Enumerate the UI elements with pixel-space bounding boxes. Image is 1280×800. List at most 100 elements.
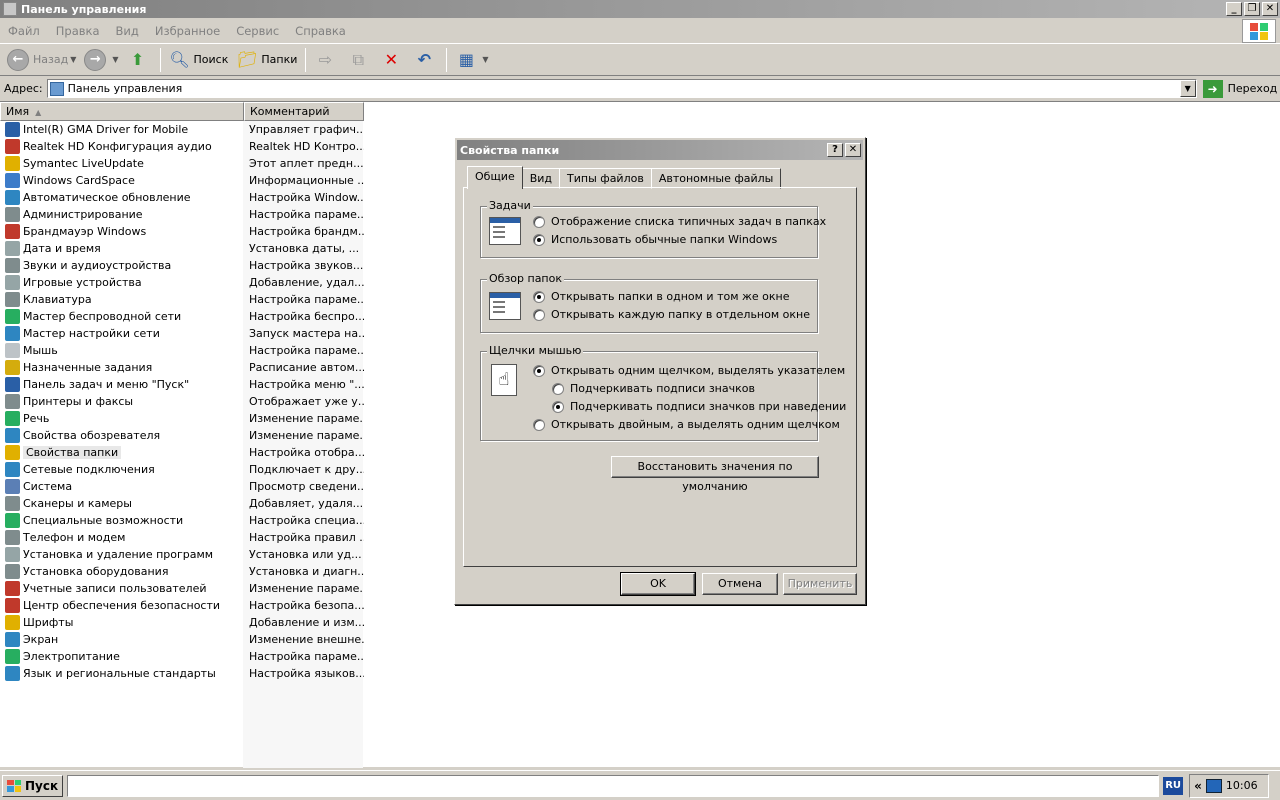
list-item[interactable]: Специальные возможности Настройка специа.…: [0, 512, 364, 529]
undo-icon: ↶: [417, 50, 432, 69]
list-item[interactable]: Мастер беспроводной сети Настройка беспро…: [0, 308, 364, 325]
minimize-button[interactable]: _: [1226, 2, 1242, 16]
underline-on-hover-radio[interactable]: Подчеркивать подписи значков при наведен…: [552, 400, 846, 413]
help-button[interactable]: ?: [827, 143, 843, 157]
hand-pointer-icon: ☝: [491, 364, 517, 396]
undo-button[interactable]: ↶: [410, 47, 441, 73]
list-item[interactable]: Телефон и модем Настройка правил ...: [0, 529, 364, 546]
list-item[interactable]: Дата и время Установка даты, ...: [0, 240, 364, 257]
dialog-close-button[interactable]: ✕: [845, 143, 861, 157]
radio-button[interactable]: [552, 400, 564, 413]
list-item[interactable]: Клавиатура Настройка параме...: [0, 291, 364, 308]
cancel-button[interactable]: Отмена: [702, 573, 778, 595]
list-item[interactable]: Свойства папки Настройка отобра...: [0, 444, 364, 461]
list-item[interactable]: Назначенные задания Расписание автом...: [0, 359, 364, 376]
chevron-down-icon[interactable]: ▼: [70, 55, 76, 64]
menu-edit[interactable]: Правка: [48, 24, 108, 38]
item-name-cell: Речь: [0, 411, 244, 426]
list-item[interactable]: Язык и региональные стандарты Настройка я…: [0, 665, 364, 682]
radio-button[interactable]: [533, 364, 545, 377]
search-button[interactable]: 🔍︎ Поиск: [166, 47, 232, 73]
address-dropdown-button[interactable]: ▼: [1179, 80, 1196, 97]
item-name-cell: Брандмауэр Windows: [0, 224, 244, 239]
menu-view[interactable]: Вид: [108, 24, 147, 38]
list-item[interactable]: Установка и удаление программ Установка и…: [0, 546, 364, 563]
radio-button[interactable]: [533, 290, 545, 303]
copy-to-button[interactable]: ⧉: [344, 47, 375, 73]
radio-button[interactable]: [533, 215, 545, 228]
radio-button[interactable]: [552, 382, 564, 395]
list-item[interactable]: Шрифты Добавление и изм...: [0, 614, 364, 631]
back-button[interactable]: ← Назад ▼: [4, 47, 79, 73]
start-button[interactable]: Пуск: [2, 774, 64, 797]
list-item[interactable]: Учетные записи пользователей Изменение па…: [0, 580, 364, 597]
folders-button[interactable]: 📁︎ Папки: [233, 47, 300, 73]
open-same-window-radio[interactable]: Открывать папки в одном и том же окне: [533, 290, 790, 303]
tasks-group: Задачи Отображение списка типичных задач…: [480, 199, 826, 258]
radio-button[interactable]: [533, 233, 545, 246]
list-item[interactable]: Автоматическое обновление Настройка Windo…: [0, 189, 364, 206]
list-item[interactable]: Администрирование Настройка параме...: [0, 206, 364, 223]
list-item[interactable]: Электропитание Настройка параме...: [0, 648, 364, 665]
chevron-down-icon[interactable]: ▼: [112, 55, 118, 64]
show-hidden-icons-button[interactable]: «: [1194, 779, 1202, 793]
radio-button[interactable]: [533, 308, 545, 321]
tray-app-icon[interactable]: [1205, 778, 1222, 793]
menu-help[interactable]: Справка: [287, 24, 354, 38]
apply-button[interactable]: Применить: [783, 573, 857, 595]
list-item[interactable]: Брандмауэр Windows Настройка брандм...: [0, 223, 364, 240]
column-header-comment[interactable]: Комментарий: [244, 102, 364, 121]
item-comment: Настройка параме...: [249, 650, 364, 663]
menu-favorites[interactable]: Избранное: [147, 24, 228, 38]
list-item[interactable]: Мышь Настройка параме...: [0, 342, 364, 359]
up-button[interactable]: ⬆: [124, 47, 155, 73]
tab-general[interactable]: Общие: [467, 166, 523, 189]
list-item[interactable]: Система Просмотр сведени...: [0, 478, 364, 495]
list-item[interactable]: Realtek HD Конфигурация аудио Realtek HD …: [0, 138, 364, 155]
list-item[interactable]: Свойства обозревателя Изменение параме...: [0, 427, 364, 444]
taskbar-buttons-area[interactable]: [67, 774, 1160, 797]
maximize-button[interactable]: ❐: [1244, 2, 1260, 16]
list-item[interactable]: Принтеры и факсы Отображает уже у...: [0, 393, 364, 410]
list-item[interactable]: Intel(R) GMA Driver for Mobile Управляет …: [0, 121, 364, 138]
list-item[interactable]: Экран Изменение внешне...: [0, 631, 364, 648]
clock: 10:06: [1225, 779, 1258, 792]
ok-button[interactable]: OK: [620, 572, 696, 596]
item-name: Свойства обозревателя: [23, 429, 161, 442]
menu-file[interactable]: Файл: [0, 24, 48, 38]
list-item[interactable]: Сканеры и камеры Добавляет, удаля...: [0, 495, 364, 512]
tab-offline-files[interactable]: Автономные файлы: [650, 168, 782, 189]
use-classic-folders-radio[interactable]: Использовать обычные папки Windows: [533, 233, 777, 246]
radio-button[interactable]: [533, 418, 545, 431]
list-item[interactable]: Центр обеспечения безопасности Настройка …: [0, 597, 364, 614]
list-item[interactable]: Мастер настройки сети Запуск мастера на..…: [0, 325, 364, 342]
list-item[interactable]: Установка оборудования Установка и диагн.…: [0, 563, 364, 580]
address-input[interactable]: Панель управления ▼: [46, 79, 1197, 98]
list-item[interactable]: Звуки и аудиоустройства Настройка звуков.…: [0, 257, 364, 274]
show-common-tasks-radio[interactable]: Отображение списка типичных задач в папк…: [533, 215, 826, 228]
list-item[interactable]: Речь Изменение параме...: [0, 410, 364, 427]
restore-defaults-button[interactable]: Восстановить значения по умолчанию: [611, 456, 819, 493]
delete-button[interactable]: ✕: [377, 47, 408, 73]
list-item[interactable]: Windows CardSpace Информационные ...: [0, 172, 364, 189]
underline-always-radio[interactable]: Подчеркивать подписи значков: [552, 382, 755, 395]
language-indicator[interactable]: RU: [1163, 776, 1184, 795]
views-button[interactable]: ▦ ▼: [452, 47, 491, 73]
move-to-button[interactable]: ⇨: [311, 47, 342, 73]
forward-button[interactable]: → ▼: [81, 47, 121, 73]
list-item[interactable]: Symantec LiveUpdate Этот аплет предн...: [0, 155, 364, 172]
address-bar: Адрес: Панель управления ▼ ➜ Переход: [0, 77, 1280, 100]
item-name-cell: Realtek HD Конфигурация аудио: [0, 139, 244, 154]
double-click-radio[interactable]: Открывать двойным, а выделять одним щелч…: [533, 418, 840, 431]
single-click-radio[interactable]: Открывать одним щелчком, выделять указат…: [533, 364, 845, 377]
list-item[interactable]: Панель задач и меню "Пуск" Настройка меню…: [0, 376, 364, 393]
list-item[interactable]: Сетевые подключения Подключает к дру...: [0, 461, 364, 478]
list-item[interactable]: Игровые устройства Добавление, удал...: [0, 274, 364, 291]
close-button[interactable]: ✕: [1262, 2, 1278, 16]
tab-view[interactable]: Вид: [521, 168, 561, 189]
menu-tools[interactable]: Сервис: [228, 24, 287, 38]
open-separate-window-radio[interactable]: Открывать каждую папку в отдельном окне: [533, 308, 810, 321]
tab-file-types[interactable]: Типы файлов: [559, 168, 652, 189]
column-header-name[interactable]: Имя ▲: [0, 102, 244, 121]
go-button[interactable]: ➜ Переход: [1202, 79, 1277, 98]
